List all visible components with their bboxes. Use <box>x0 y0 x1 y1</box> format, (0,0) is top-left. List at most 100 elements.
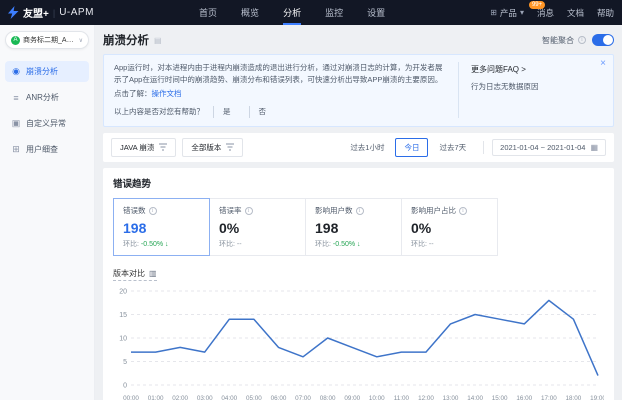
nav-item-settings[interactable]: 设置 <box>367 0 385 25</box>
faq-title-link[interactable]: 更多问题FAQ > <box>471 64 603 75</box>
sidebar-item-user-detail[interactable]: ⊞ 用户细查 <box>5 139 89 160</box>
crash-type-label: JAVA 崩溃 <box>120 142 154 153</box>
stat-label: 错误率 <box>219 205 242 216</box>
calendar-icon: ▦ <box>590 143 598 152</box>
help-link[interactable]: 帮助 <box>597 7 614 19</box>
chevron-down-icon: ▾ <box>520 8 524 17</box>
trend-chart-area: 0510152000:0001:0002:0003:0004:0005:0006… <box>113 285 604 400</box>
stat-value: 198 <box>315 220 392 236</box>
svg-text:05:00: 05:00 <box>246 395 262 400</box>
sidebar-menu: ◉ 崩溃分析 ≡ ANR分析 ▣ 自定义异常 ⊞ 用户细查 <box>5 61 89 160</box>
compare-label: 环比: <box>123 241 139 248</box>
compare-chart-icon: ▥ <box>149 269 157 278</box>
banner-text-block: App运行时，对本进程内由于进程内崩溃造成的退出进行分析，通过对崩溃日志的计算，… <box>114 62 458 118</box>
version-compare-link[interactable]: 版本对比 ▥ <box>113 268 157 281</box>
nav-item-home[interactable]: 首页 <box>199 0 217 25</box>
compare-label: 环比: <box>315 241 331 248</box>
date-range-value: 2021-01-04 ~ 2021-01-04 <box>500 143 585 152</box>
sidebar-item-label: 用户细查 <box>26 144 58 155</box>
stat-card-error-count[interactable]: 错误数i 198 环比: -0.50% ↓ <box>113 198 210 256</box>
svg-text:09:00: 09:00 <box>344 395 360 400</box>
nav-item-overview[interactable]: 概览 <box>241 0 259 25</box>
stat-card-error-rate[interactable]: 错误率i 0% 环比: -- <box>209 198 306 256</box>
section-title: 错误趋势 <box>113 176 604 190</box>
svg-text:14:00: 14:00 <box>467 395 483 400</box>
date-range-picker[interactable]: 2021-01-04 ~ 2021-01-04 ▦ <box>492 139 606 156</box>
close-icon[interactable]: × <box>600 59 606 69</box>
banner-description: App运行时，对本进程内由于进程内崩溃造成的退出进行分析，通过对崩溃日志的计算，… <box>114 62 446 86</box>
svg-text:00:00: 00:00 <box>123 395 139 400</box>
smart-aggregation-control: 智能聚合 i <box>542 34 614 46</box>
stat-label: 影响用户数 <box>315 205 353 216</box>
filter-icon <box>226 143 234 153</box>
svg-text:02:00: 02:00 <box>172 395 188 400</box>
svg-text:16:00: 16:00 <box>516 395 532 400</box>
messages-link[interactable]: 99+ 消息 <box>537 7 554 19</box>
brand-divider: | <box>53 8 55 18</box>
smart-aggregation-label: 智能聚合 <box>542 35 574 46</box>
info-icon: i <box>149 207 157 215</box>
brand-name: 友盟+ <box>23 5 49 20</box>
crash-type-filter[interactable]: JAVA 崩溃 <box>111 138 176 157</box>
trend-down-icon: ↓ <box>357 241 361 248</box>
feedback-no-button[interactable]: 否 <box>249 106 276 118</box>
divider <box>483 141 484 154</box>
svg-text:03:00: 03:00 <box>197 395 213 400</box>
smart-aggregation-toggle[interactable] <box>592 34 614 46</box>
user-detail-icon: ⊞ <box>11 144 21 155</box>
sidebar: A 商务标二期_Andr... ∨ ◉ 崩溃分析 ≡ ANR分析 ▣ 自定义异常… <box>0 25 95 400</box>
trend-down-icon: ↓ <box>165 241 169 248</box>
svg-text:01:00: 01:00 <box>148 395 164 400</box>
stat-value: 0% <box>219 220 296 236</box>
brand-product: U-APM <box>59 7 94 18</box>
app-selector-label: 商务标二期_Andr... <box>23 35 76 45</box>
app-selector[interactable]: A 商务标二期_Andr... ∨ <box>5 31 89 49</box>
stat-card-affected-users[interactable]: 影响用户数i 198 环比: -0.50% ↓ <box>305 198 402 256</box>
segment-last-7-days[interactable]: 过去7天 <box>430 138 475 157</box>
svg-text:15:00: 15:00 <box>492 395 508 400</box>
svg-text:5: 5 <box>123 359 127 366</box>
segment-today[interactable]: 今日 <box>395 138 428 157</box>
svg-text:20: 20 <box>119 289 127 296</box>
anr-list-icon: ≡ <box>11 93 21 103</box>
info-icon: i <box>245 207 253 215</box>
chevron-down-icon: ∨ <box>79 37 83 44</box>
nav-item-analysis[interactable]: 分析 <box>283 0 301 25</box>
svg-text:19:00: 19:00 <box>590 395 604 400</box>
filter-bar: JAVA 崩溃 全部版本 过去1小时 今日 过去7天 2021-01-04 ~ … <box>103 133 614 162</box>
svg-text:06:00: 06:00 <box>271 395 287 400</box>
nav-item-monitor[interactable]: 监控 <box>325 0 343 25</box>
compare-value: -0.50% <box>141 241 163 248</box>
sidebar-item-anr-analysis[interactable]: ≡ ANR分析 <box>5 87 89 108</box>
stat-cards: 错误数i 198 环比: -0.50% ↓ 错误率i 0% 环比: -- 影响用… <box>113 198 604 256</box>
version-compare-label: 版本对比 <box>113 268 145 279</box>
svg-text:11:00: 11:00 <box>394 395 410 400</box>
error-trend-card: 错误趋势 错误数i 198 环比: -0.50% ↓ 错误率i 0% 环比: -… <box>103 168 614 400</box>
message-count-badge: 99+ <box>529 1 545 9</box>
stat-value: 198 <box>123 220 200 236</box>
sidebar-item-custom-exception[interactable]: ▣ 自定义异常 <box>5 113 89 134</box>
compare-label: 环比: <box>411 241 427 248</box>
page-title: 崩溃分析 <box>103 32 149 48</box>
crash-icon: ◉ <box>11 66 21 77</box>
version-filter[interactable]: 全部版本 <box>182 138 243 157</box>
sidebar-item-crash-analysis[interactable]: ◉ 崩溃分析 <box>5 61 89 82</box>
info-icon: i <box>578 36 586 44</box>
svg-text:18:00: 18:00 <box>566 395 582 400</box>
feedback-question: 以上内容是否对您有帮助？ <box>114 106 204 118</box>
toggle-knob <box>603 35 613 45</box>
svg-text:13:00: 13:00 <box>443 395 459 400</box>
products-menu[interactable]: ⊞ 产品 ▾ <box>490 7 524 19</box>
faq-item-link[interactable]: 行为日志无数据原因 <box>471 81 603 92</box>
docs-doc-link[interactable]: 操作文档 <box>152 89 182 98</box>
compare-value: -- <box>429 241 434 248</box>
stat-label: 错误数 <box>123 205 146 216</box>
version-label: 全部版本 <box>191 142 221 153</box>
svg-text:12:00: 12:00 <box>418 395 434 400</box>
docs-link[interactable]: 文档 <box>567 7 584 19</box>
segment-last-hour[interactable]: 过去1小时 <box>341 138 393 157</box>
sidebar-item-label: ANR分析 <box>26 92 59 103</box>
stat-card-affected-users-ratio[interactable]: 影响用户占比i 0% 环比: -- <box>401 198 498 256</box>
help-label: 帮助 <box>597 7 614 19</box>
feedback-yes-button[interactable]: 是 <box>213 106 240 118</box>
